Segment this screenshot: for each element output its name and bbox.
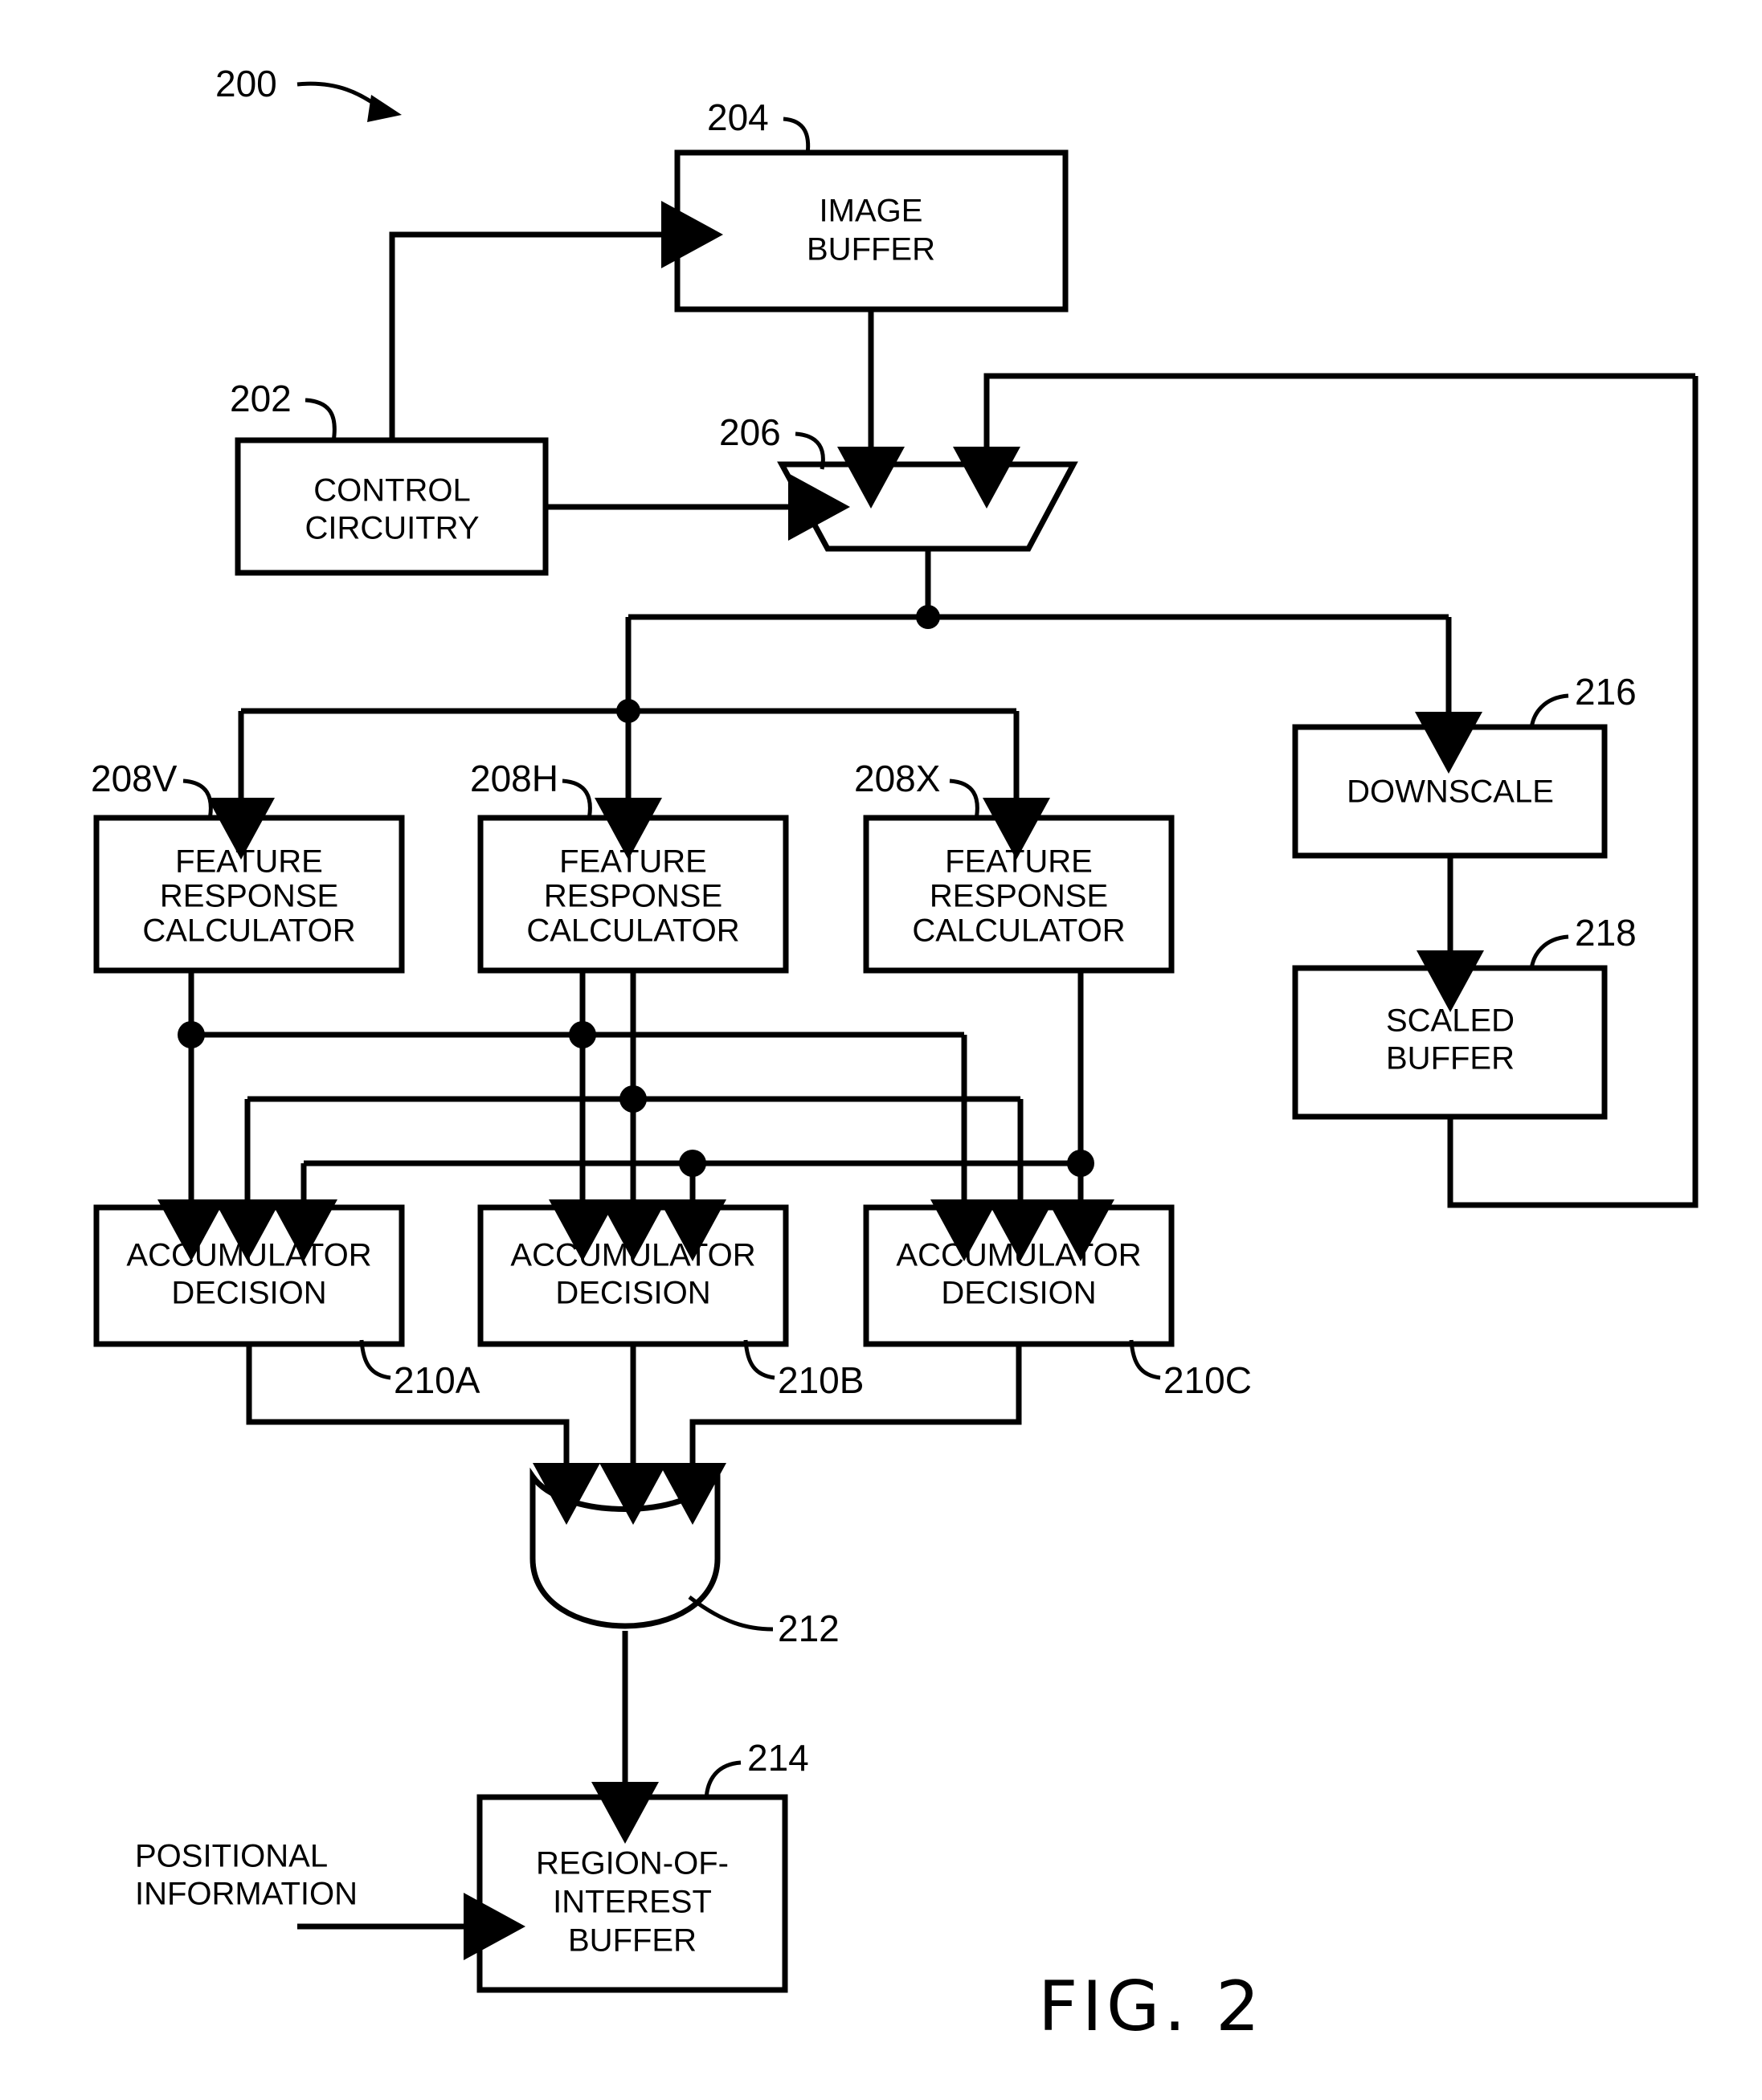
ref-callout-218: 218 (1529, 912, 1637, 970)
ref-callout-208h: 208H (470, 758, 592, 820)
ref-callout-208v: 208V (91, 758, 213, 820)
frc-v-label-line2: RESPONSE (160, 879, 338, 914)
wire-feedback-to-mux (953, 373, 1695, 509)
ref-210a: 210A (394, 1359, 480, 1401)
roi-buffer-label-line1: REGION-OF- (536, 1846, 729, 1881)
block-accumulator-a[interactable]: ACCUMULATOR DECISION (93, 1204, 405, 1347)
ref-202-lead (305, 398, 337, 443)
frc-h-label-line1: FEATURE (559, 844, 707, 880)
ref-208h: 208H (470, 758, 558, 799)
downscale-label: DOWNSCALE (1347, 774, 1554, 810)
block-frc-h[interactable]: FEATURE RESPONSE CALCULATOR (477, 815, 789, 974)
ref-callout-214: 214 (704, 1737, 809, 1800)
block-image-buffer[interactable]: IMAGE BUFFER (674, 149, 1069, 313)
positional-information-label-line1: POSITIONAL (135, 1839, 328, 1874)
frc-h-label-line2: RESPONSE (544, 879, 722, 914)
block-accumulator-b[interactable]: ACCUMULATOR DECISION (477, 1204, 789, 1347)
positional-information-input: POSITIONAL INFORMATION (135, 1839, 525, 1960)
figure-canvas: 200 IMAGE BUFFER 204 CONTROL CIRCUITRY 2… (91, 63, 1699, 2047)
accumulator-a-label-line2: DECISION (171, 1276, 326, 1311)
ref-206: 206 (719, 411, 781, 453)
ref-callout-210c: 210C (1129, 1339, 1252, 1401)
block-accumulator-c[interactable]: ACCUMULATOR DECISION (863, 1204, 1175, 1347)
scaled-buffer-label-line1: SCALED (1386, 1003, 1515, 1039)
control-circuitry-label-line1: CONTROL (313, 473, 471, 509)
block-frc-x[interactable]: FEATURE RESPONSE CALCULATOR (863, 815, 1175, 974)
ref-callout-210a: 210A (359, 1339, 480, 1401)
block-multiplexer[interactable] (777, 461, 1078, 552)
frc-x-label-line3: CALCULATOR (912, 913, 1125, 949)
ref-208v-lead (182, 778, 213, 820)
ref-callout-216: 216 (1529, 671, 1637, 729)
junction-dot-frcv-row1 (178, 1021, 205, 1048)
patent-figure-2: 200 IMAGE BUFFER 204 CONTROL CIRCUITRY 2… (0, 0, 1762, 2100)
image-buffer-box[interactable] (674, 149, 1069, 313)
positional-information-label-line2: INFORMATION (135, 1877, 358, 1912)
frc-h-label-line3: CALCULATOR (526, 913, 739, 949)
control-circuitry-label-line2: CIRCUITRY (305, 511, 479, 546)
ref-200: 200 (215, 63, 277, 104)
ref-210c: 210C (1163, 1359, 1252, 1401)
system-arrowhead (367, 95, 402, 122)
ref-208h-lead (562, 778, 592, 820)
scaled-buffer-label-line2: BUFFER (1386, 1041, 1515, 1077)
block-downscale[interactable]: DOWNSCALE (1292, 724, 1608, 859)
ref-208x: 208X (854, 758, 940, 799)
image-buffer-label-line1: IMAGE (820, 194, 923, 229)
ref-callout-210b: 210B (743, 1339, 864, 1401)
multiplexer-trapezoid[interactable] (777, 461, 1078, 552)
block-roi-buffer[interactable]: REGION-OF- INTEREST BUFFER (476, 1794, 788, 1993)
system-lead-line (296, 81, 379, 108)
junction-dot-mux-out (916, 605, 940, 629)
frc-x-label-line2: RESPONSE (930, 879, 1108, 914)
ref-214: 214 (747, 1737, 809, 1779)
accumulator-b-label-line1: ACCUMULATOR (510, 1238, 755, 1273)
accumulator-c-label-line1: ACCUMULATOR (896, 1238, 1141, 1273)
ref-216-lead (1529, 693, 1569, 729)
ref-202: 202 (230, 378, 292, 419)
ref-callout-206: 206 (719, 411, 825, 470)
ref-212: 212 (778, 1608, 840, 1649)
roi-buffer-label-line2: INTEREST (553, 1885, 712, 1920)
accumulator-c-label-line2: DECISION (941, 1276, 1096, 1311)
ref-208x-lead (949, 778, 979, 820)
ref-callout-208x: 208X (854, 758, 979, 820)
ref-216: 216 (1575, 671, 1637, 713)
roi-buffer-label-line3: BUFFER (568, 1923, 697, 1959)
block-scaled-buffer[interactable]: SCALED BUFFER (1292, 965, 1608, 1120)
block-control-circuitry[interactable]: CONTROL CIRCUITRY (235, 437, 549, 576)
ref-callout-204: 204 (707, 96, 811, 155)
ref-callout-212: 212 (688, 1595, 840, 1649)
ref-218: 218 (1575, 912, 1637, 954)
block-frc-v[interactable]: FEATURE RESPONSE CALCULATOR (93, 815, 405, 974)
frc-x-label-line1: FEATURE (945, 844, 1093, 880)
figure-caption: FIG. 2 (1038, 1967, 1264, 2047)
ref-204: 204 (707, 96, 769, 138)
accumulator-a-label-line1: ACCUMULATOR (126, 1238, 371, 1273)
block-or-gate[interactable] (529, 1467, 721, 1629)
frc-v-label-line1: FEATURE (175, 844, 323, 880)
image-buffer-label-line2: BUFFER (807, 232, 935, 268)
ref-218-lead (1529, 934, 1569, 970)
or-gate-shape[interactable] (529, 1467, 721, 1629)
wire-control-to-image-buffer (389, 201, 723, 440)
ref-208v: 208V (91, 758, 178, 799)
system-callout: 200 (215, 63, 402, 122)
ref-210b: 210B (778, 1359, 864, 1401)
ref-204-lead (783, 116, 811, 155)
ref-callout-202: 202 (230, 378, 337, 443)
accumulator-b-label-line2: DECISION (555, 1276, 710, 1311)
frc-v-label-line3: CALCULATOR (142, 913, 355, 949)
ref-214-lead (704, 1760, 742, 1800)
